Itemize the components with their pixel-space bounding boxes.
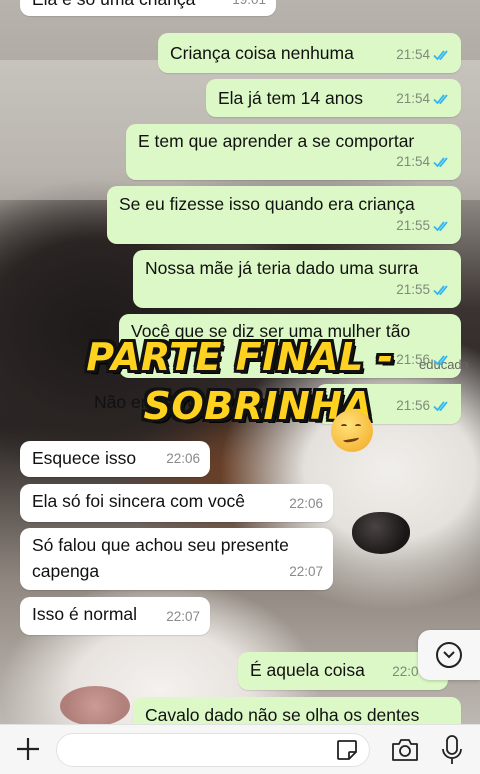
- melting-face-emoji-icon: [331, 410, 373, 452]
- message-meta: 22:06: [289, 491, 323, 517]
- message-meta: 22:07: [166, 604, 200, 630]
- message-input[interactable]: [56, 733, 370, 767]
- chevron-down-icon: [436, 642, 462, 668]
- double-check-icon: [433, 400, 451, 412]
- message-outgoing[interactable]: Se eu fizesse isso quando era criança 21…: [107, 186, 461, 244]
- message-meta: 22:06: [166, 446, 200, 472]
- message-time: 19:01: [232, 0, 266, 13]
- camera-icon[interactable]: [390, 737, 420, 763]
- message-input-bar: [0, 724, 480, 774]
- double-check-icon: [433, 156, 451, 168]
- message-time: 22:07: [166, 609, 200, 624]
- message-text: Só falou que achou seu presente: [32, 535, 289, 555]
- message-text: Não ensina o básico pra ela: [94, 392, 311, 412]
- message-outgoing[interactable]: Você que se diz ser uma mulher tão educa…: [119, 314, 469, 378]
- message-meta: 22:07: [289, 559, 323, 585]
- message-meta: 21:55: [396, 277, 451, 303]
- message-meta: 21:54: [396, 149, 451, 175]
- microphone-icon[interactable]: [440, 734, 464, 766]
- message-outgoing[interactable]: Ela já tem 14 anos 21:54: [206, 79, 461, 117]
- double-check-icon: [433, 49, 451, 61]
- message-meta: 19:01: [232, 0, 266, 13]
- message-meta: 21:54: [396, 86, 451, 112]
- message-incoming[interactable]: Ela só foi sincera com você 22:06: [20, 484, 333, 522]
- message-time: 21:56: [396, 352, 430, 367]
- message-time: 21:55: [396, 282, 430, 297]
- message-meta: 21:56: [396, 393, 451, 419]
- message-time: 22:06: [289, 496, 323, 511]
- double-check-icon: [433, 284, 451, 296]
- message-time: 21:54: [396, 154, 430, 169]
- message-meta: 21:56: [396, 347, 451, 373]
- message-time: 21:54: [396, 47, 430, 62]
- message-incoming[interactable]: Só falou que achou seu presente capenga …: [20, 528, 333, 590]
- message-time: 22:06: [166, 451, 200, 466]
- message-incoming[interactable]: Esquece isso 22:06: [20, 441, 210, 477]
- message-time: 21:54: [396, 91, 430, 106]
- sticker-icon[interactable]: [335, 738, 359, 762]
- message-text-line2: capenga: [32, 561, 100, 581]
- message-time: 21:56: [396, 398, 430, 413]
- wallpaper-dog-paw: [60, 686, 130, 726]
- double-check-icon: [433, 354, 451, 366]
- message-time: 21:55: [396, 218, 430, 233]
- message-time: 22:07: [289, 564, 323, 579]
- double-check-icon: [433, 220, 451, 232]
- message-incoming[interactable]: Ela é só uma criança 19:01: [20, 0, 276, 16]
- message-outgoing[interactable]: Criança coisa nenhuma 21:54: [158, 33, 461, 73]
- message-outgoing[interactable]: Nossa mãe já teria dado uma surra 21:55: [133, 250, 461, 308]
- message-outgoing[interactable]: E tem que aprender a se comportar 21:54: [126, 124, 461, 180]
- scroll-to-bottom-button[interactable]: [418, 630, 480, 680]
- message-meta: 21:55: [396, 213, 451, 239]
- message-outgoing[interactable]: É aquela coisa 22:07: [238, 652, 448, 690]
- wallpaper-dog-nose: [352, 512, 410, 554]
- message-text: Ela só foi sincera com você: [32, 491, 246, 511]
- plus-icon[interactable]: [14, 735, 42, 763]
- message-text: Você que se diz ser uma mulher tão: [131, 321, 411, 341]
- message-meta: 21:54: [396, 42, 451, 68]
- double-check-icon: [433, 93, 451, 105]
- message-incoming[interactable]: Isso é normal 22:07: [20, 597, 210, 635]
